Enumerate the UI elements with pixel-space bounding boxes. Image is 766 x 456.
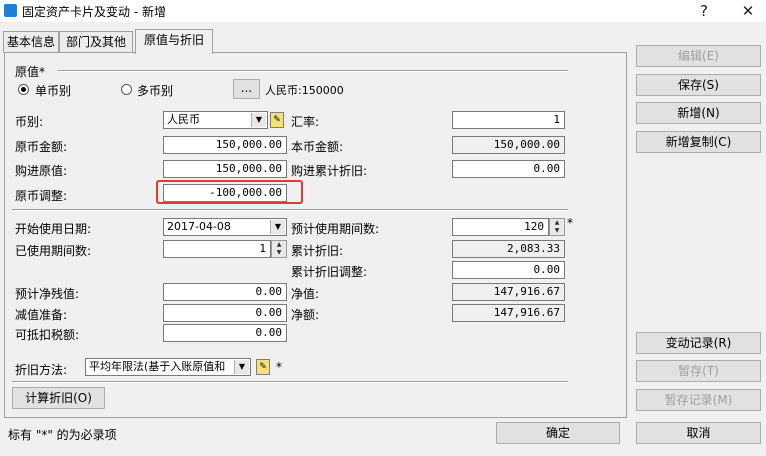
- multi-currency-radio[interactable]: [121, 84, 132, 95]
- method-reference-icon[interactable]: ✎: [256, 359, 270, 375]
- divider: [12, 381, 568, 383]
- net-value-label: 净值:: [291, 287, 320, 301]
- orig-adjust-label: 原币调整:: [15, 189, 68, 203]
- orig-adjust-field[interactable]: -100,000.00: [163, 184, 287, 202]
- chevron-down-icon: ▼: [234, 360, 249, 374]
- original-value-label: 原值*: [15, 65, 46, 79]
- accum-depreciation-field: 2,083.33: [452, 240, 565, 258]
- required-mark: *: [276, 360, 282, 374]
- title-bar: 固定资产卡片及变动 - 新增 ? ✕: [0, 0, 766, 22]
- purchase-value-field[interactable]: 150,000.00: [163, 160, 287, 178]
- divider: [58, 70, 568, 72]
- ok-button[interactable]: 确定: [496, 422, 620, 444]
- net-value-field: 147,916.67: [452, 283, 565, 301]
- accum-adjust-label: 累计折旧调整:: [291, 265, 368, 279]
- new-copy-button[interactable]: 新增复制(C): [636, 131, 761, 153]
- est-periods-label: 预计使用期间数:: [291, 222, 380, 236]
- currency-browse-button[interactable]: ...: [233, 79, 260, 99]
- chevron-down-icon: ▼: [251, 113, 266, 127]
- single-currency-radio[interactable]: [18, 84, 29, 95]
- currency-value: 人民币: [167, 113, 200, 126]
- tab-department-other[interactable]: 部门及其他: [59, 31, 133, 52]
- impairment-label: 减值准备:: [15, 308, 68, 322]
- cancel-button[interactable]: 取消: [636, 422, 761, 444]
- required-note: 标有 "*" 的为必录项: [8, 428, 117, 442]
- depreciation-method-label: 折旧方法:: [15, 363, 68, 377]
- orig-amount-field[interactable]: 150,000.00: [163, 136, 287, 154]
- local-amount-field: 150,000.00: [452, 136, 565, 154]
- net-amount-label: 净额:: [291, 308, 320, 322]
- help-button[interactable]: ?: [693, 1, 715, 21]
- local-amount-label: 本币金额:: [291, 140, 344, 154]
- salvage-field[interactable]: 0.00: [163, 283, 287, 301]
- used-periods-field[interactable]: 1: [163, 240, 271, 258]
- purchase-depreciation-label: 购进累计折旧:: [291, 164, 368, 178]
- currency-label: 币别:: [15, 115, 44, 129]
- single-currency-label: 单币别: [35, 84, 72, 98]
- est-periods-field[interactable]: 120: [452, 218, 549, 236]
- hold-log-button[interactable]: 暂存记录(M): [636, 389, 761, 411]
- start-date-label: 开始使用日期:: [15, 222, 92, 236]
- used-periods-label: 已使用期间数:: [15, 244, 92, 258]
- orig-amount-label: 原币金额:: [15, 140, 68, 154]
- calculate-depreciation-button[interactable]: 计算折旧(O): [12, 387, 105, 409]
- hold-button[interactable]: 暂存(T): [636, 360, 761, 382]
- multi-currency-label: 多币别: [137, 84, 174, 98]
- tab-value-depreciation[interactable]: 原值与折旧: [135, 29, 213, 54]
- tab-basic-info[interactable]: 基本信息: [3, 31, 59, 52]
- est-periods-spinner[interactable]: ▲ ▼: [549, 218, 565, 236]
- rate-field[interactable]: 1: [452, 111, 565, 129]
- impairment-field[interactable]: 0.00: [163, 304, 287, 322]
- chevron-down-icon: ▼: [270, 220, 285, 234]
- divider: [12, 209, 568, 211]
- new-button[interactable]: 新增(N): [636, 102, 761, 124]
- currency-summary: 人民币:150000: [265, 84, 344, 97]
- rate-label: 汇率:: [291, 115, 320, 129]
- purchase-value-label: 购进原值:: [15, 164, 68, 178]
- used-periods-spinner[interactable]: ▲ ▼: [271, 240, 287, 258]
- change-log-button[interactable]: 变动记录(R): [636, 332, 761, 354]
- accum-depreciation-label: 累计折旧:: [291, 244, 344, 258]
- net-amount-field: 147,916.67: [452, 304, 565, 322]
- currency-reference-icon[interactable]: ✎: [270, 112, 284, 128]
- required-mark: *: [567, 216, 573, 230]
- close-button[interactable]: ✕: [737, 1, 759, 21]
- salvage-label: 预计净残值:: [15, 287, 80, 301]
- deductible-tax-field[interactable]: 0.00: [163, 324, 287, 342]
- app-icon: [4, 4, 17, 17]
- edit-button[interactable]: 编辑(E): [636, 45, 761, 67]
- depreciation-method-value: 平均年限法(基于入账原值和: [89, 360, 226, 373]
- deductible-tax-label: 可抵扣税额:: [15, 328, 80, 342]
- currency-select[interactable]: 人民币 ▼: [163, 111, 268, 129]
- accum-adjust-field[interactable]: 0.00: [452, 261, 565, 279]
- start-date-picker[interactable]: 2017-04-08 ▼: [163, 218, 287, 236]
- window-title: 固定资产卡片及变动 - 新增: [22, 5, 166, 19]
- depreciation-method-select[interactable]: 平均年限法(基于入账原值和 ▼: [85, 358, 251, 376]
- purchase-depreciation-field[interactable]: 0.00: [452, 160, 565, 178]
- save-button[interactable]: 保存(S): [636, 74, 761, 96]
- start-date-value: 2017-04-08: [167, 220, 231, 233]
